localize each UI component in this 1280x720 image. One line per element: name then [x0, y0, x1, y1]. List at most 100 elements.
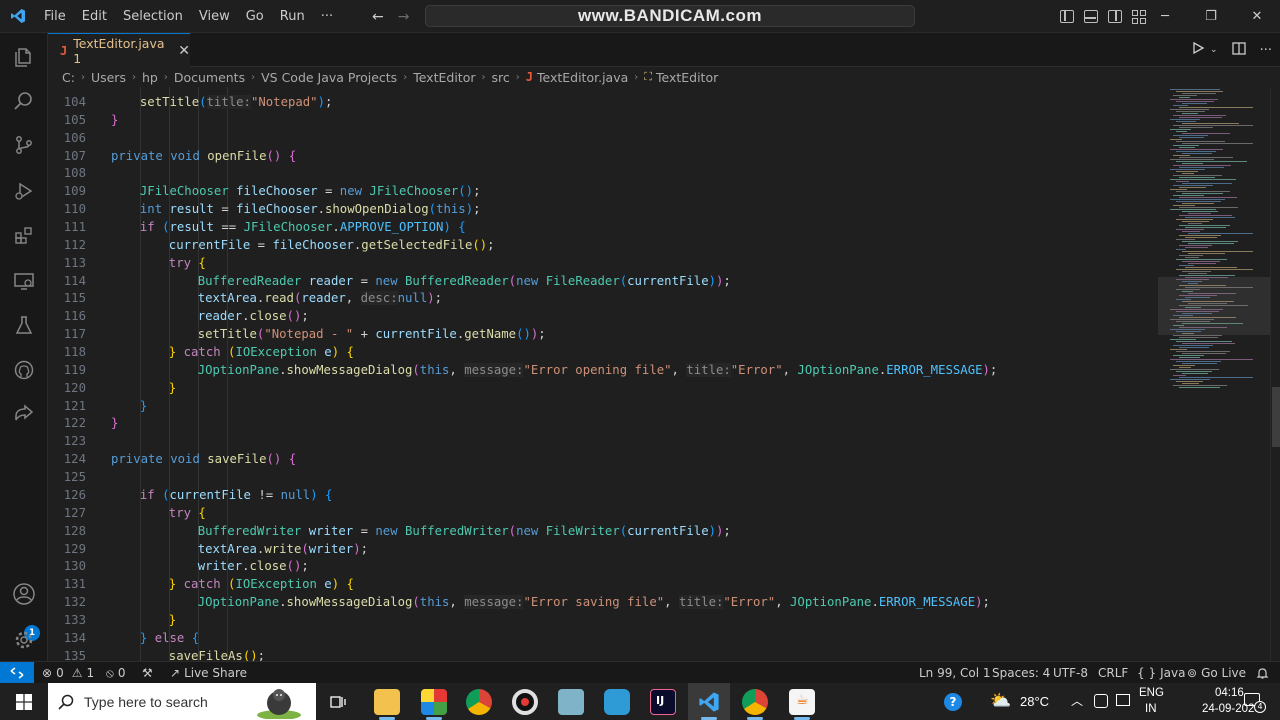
code-line[interactable]: 124 private void saveFile() {: [48, 450, 1158, 468]
code-line[interactable]: 108: [48, 164, 1158, 182]
menu-selection[interactable]: Selection: [115, 0, 191, 33]
indentation[interactable]: Spaces: 4: [992, 662, 1050, 684]
tools-icon[interactable]: ⚒: [142, 662, 153, 684]
code-line[interactable]: 112 currentFile = fileChooser.getSelected…: [48, 236, 1158, 254]
menu-go[interactable]: Go: [238, 0, 272, 33]
code-line[interactable]: 111 if (result == JFileChooser.APPROVE_OP…: [48, 218, 1158, 236]
code-line[interactable]: 131} catch (IOException e) {: [48, 575, 1158, 593]
breadcrumb-texteditor-folder[interactable]: TextEditor: [413, 70, 475, 85]
vscode-taskbar-icon[interactable]: [697, 691, 721, 713]
live-share-status[interactable]: ↗ Live Share: [170, 662, 247, 684]
menu-run[interactable]: Run: [272, 0, 313, 33]
minimap[interactable]: [1158, 87, 1270, 661]
explorer-icon[interactable]: [12, 45, 36, 69]
code-line[interactable]: 117 setTitle("Notepad - " + currentFile.g…: [48, 325, 1158, 343]
breadcrumb-drive[interactable]: C:: [62, 70, 75, 85]
run-dropdown-chevron-icon[interactable]: ⌄: [1210, 45, 1218, 55]
app-taskbar-icon[interactable]: [558, 689, 584, 715]
breadcrumb-hp[interactable]: hp: [142, 70, 158, 85]
code-line[interactable]: 104 setTitle(title:"Notepad");: [48, 93, 1158, 111]
close-window-button[interactable]: ✕: [1234, 0, 1280, 33]
help-icon[interactable]: ?: [944, 693, 962, 711]
app-hexagon-taskbar-icon[interactable]: [604, 689, 630, 715]
code-line[interactable]: 109 JFileChooser fileChooser = new JFileC…: [48, 182, 1158, 200]
code-line[interactable]: 119 JOptionPane.showMessageDialog(this, m…: [48, 361, 1158, 379]
breadcrumb-src[interactable]: src: [491, 70, 509, 85]
code-editor[interactable]: 104 setTitle(title:"Notepad"); 105} 106 107 p…: [48, 87, 1158, 661]
toggle-secondary-sidebar-icon[interactable]: [1108, 10, 1122, 23]
remote-explorer-icon[interactable]: [12, 269, 36, 293]
run-icon[interactable]: [1192, 41, 1205, 58]
go-live-button[interactable]: ⊚ Go Live: [1187, 662, 1246, 684]
tab-texteditor-java[interactable]: J TextEditor.java 1 ✕: [48, 33, 190, 67]
windows-start-button[interactable]: [0, 683, 48, 720]
search-icon[interactable]: [12, 89, 36, 113]
input-language[interactable]: ENG: [1139, 687, 1164, 699]
code-line[interactable]: 132 JOptionPane.showMessageDialog(this, m…: [48, 593, 1158, 611]
code-line[interactable]: 110 int result = fileChooser.showOpenDial…: [48, 200, 1158, 218]
code-line[interactable]: 120}: [48, 379, 1158, 397]
chrome-profile-taskbar-icon[interactable]: [742, 689, 768, 715]
minimap-slider[interactable]: [1158, 277, 1270, 335]
breadcrumb-file[interactable]: TextEditor.java: [537, 70, 628, 85]
code-line[interactable]: 115 textArea.read(reader, desc:null);: [48, 289, 1158, 307]
code-line[interactable]: 135 saveFileAs();: [48, 647, 1158, 661]
code-line[interactable]: 105}: [48, 111, 1158, 129]
notifications-bell-icon[interactable]: [1256, 662, 1269, 684]
remote-indicator-button[interactable]: [0, 662, 34, 684]
bandicam-record-taskbar-icon[interactable]: [512, 689, 538, 715]
extensions-icon[interactable]: [12, 224, 36, 248]
toggle-primary-sidebar-icon[interactable]: [1060, 10, 1074, 23]
menu-more[interactable]: ···: [313, 0, 341, 33]
intellij-taskbar-icon[interactable]: IJ: [650, 689, 676, 715]
taskbar-search-box[interactable]: Type here to search: [48, 683, 316, 720]
breadcrumb-documents[interactable]: Documents: [174, 70, 245, 85]
ports-indicator[interactable]: ⦸ 0: [106, 662, 125, 684]
back-arrow-icon[interactable]: ←: [372, 9, 384, 25]
code-line[interactable]: 128 BufferedWriter writer = new BufferedW…: [48, 522, 1158, 540]
toggle-panel-icon[interactable]: [1084, 10, 1098, 23]
accounts-icon[interactable]: [12, 582, 36, 606]
code-line[interactable]: 107 private void openFile() {: [48, 147, 1158, 165]
code-line[interactable]: 113 try {: [48, 254, 1158, 272]
code-line[interactable]: 122}: [48, 414, 1158, 432]
code-line[interactable]: 129 textArea.write(writer);: [48, 540, 1158, 558]
live-share-icon[interactable]: [12, 403, 36, 427]
split-editor-icon[interactable]: [1231, 41, 1246, 59]
run-debug-icon[interactable]: [12, 179, 36, 203]
code-line[interactable]: 106: [48, 129, 1158, 147]
code-line[interactable]: 130 writer.close();: [48, 557, 1158, 575]
input-region[interactable]: IN: [1145, 703, 1157, 715]
minimize-button[interactable]: ─: [1142, 0, 1188, 33]
restore-button[interactable]: ❐: [1188, 0, 1234, 33]
weather-icon[interactable]: ⛅: [990, 691, 1011, 711]
code-line[interactable]: 133}: [48, 611, 1158, 629]
editor-scrollbar[interactable]: [1270, 87, 1280, 661]
breadcrumb-projects[interactable]: VS Code Java Projects: [261, 70, 397, 85]
manage-gear-icon[interactable]: [12, 628, 36, 652]
command-center[interactable]: www.BANDICAM.com: [425, 5, 915, 27]
breadcrumb-users[interactable]: Users: [91, 70, 126, 85]
end-of-line[interactable]: CRLF: [1098, 662, 1128, 684]
file-explorer-taskbar-icon[interactable]: [374, 689, 400, 715]
network-icon[interactable]: [1116, 694, 1130, 706]
code-line[interactable]: 118} catch (IOException e) {: [48, 343, 1158, 361]
cursor-position[interactable]: Ln 99, Col 1: [919, 662, 991, 684]
tray-app-icon[interactable]: [1094, 694, 1108, 708]
java-taskbar-icon[interactable]: ☕: [789, 689, 815, 715]
code-line[interactable]: 127 try {: [48, 504, 1158, 522]
code-line[interactable]: 123: [48, 432, 1158, 450]
code-line[interactable]: 126 if (currentFile != null) {: [48, 486, 1158, 504]
source-control-icon[interactable]: [12, 133, 36, 157]
clock-time[interactable]: 04:16: [1215, 687, 1244, 699]
github-icon[interactable]: [12, 358, 36, 382]
code-line[interactable]: 134} else {: [48, 629, 1158, 647]
language-mode[interactable]: { } Java: [1137, 662, 1185, 684]
chrome-taskbar-icon[interactable]: [466, 689, 492, 715]
code-line[interactable]: 121}: [48, 397, 1158, 415]
menu-edit[interactable]: Edit: [74, 0, 115, 33]
testing-flask-icon[interactable]: [12, 313, 36, 337]
scrollbar-thumb[interactable]: [1272, 387, 1280, 447]
problems-indicator[interactable]: ⊗ 0 ⚠ 1: [42, 662, 94, 684]
code-line[interactable]: 125: [48, 468, 1158, 486]
